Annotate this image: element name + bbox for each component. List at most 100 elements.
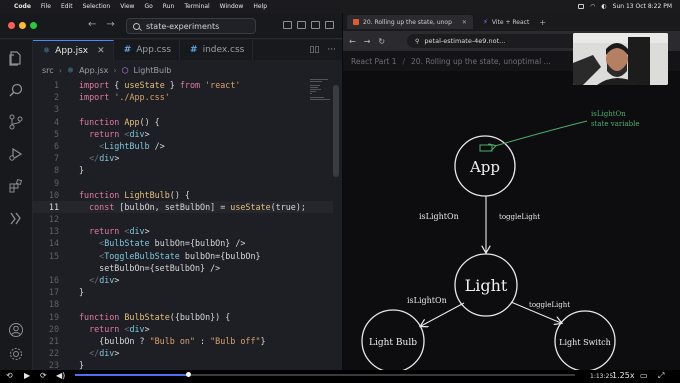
menu-app-name[interactable]: Code <box>14 3 31 10</box>
minimize-window-button[interactable] <box>19 22 26 29</box>
close-window-button[interactable] <box>8 22 15 29</box>
new-tab-icon[interactable]: + <box>539 18 546 27</box>
menu-help[interactable]: Help <box>253 3 267 10</box>
split-editor-icon[interactable]: ▯▯ <box>310 45 320 55</box>
chevron-right-icon: › <box>58 65 62 75</box>
extensions-icon[interactable] <box>8 178 24 194</box>
tab-app-css[interactable]: # App.css <box>114 40 181 60</box>
rewind-icon[interactable]: ⟲ <box>6 371 13 380</box>
clock[interactable]: Sun 13 Oct 8:22 PM <box>613 3 672 10</box>
tab-index-css[interactable]: # index.css <box>180 40 254 60</box>
forward-icon[interactable]: ⟳ <box>40 371 47 380</box>
playback-speed[interactable]: 1.25x <box>612 371 635 380</box>
close-tab-icon[interactable]: ✕ <box>462 19 467 26</box>
time-remaining: 1:13:25 <box>590 373 614 380</box>
forward-arrow-icon[interactable]: → <box>364 37 379 46</box>
code-text: } <box>79 165 85 176</box>
code-line[interactable]: 10 function LightBulb() { <box>33 189 333 201</box>
close-tab-icon[interactable]: ✕ <box>97 46 105 56</box>
browser-tab-notion[interactable]: 20. Rolling up the state, unop ✕ <box>347 15 473 29</box>
search-sidebar-icon[interactable] <box>8 82 24 98</box>
separator-slash: / <box>402 56 406 66</box>
menu-selection[interactable]: Selection <box>83 3 111 10</box>
line-number: 22 <box>48 348 59 359</box>
code-line[interactable]: 5 return <div> <box>33 128 333 140</box>
code-line[interactable]: 13 return <div> <box>33 225 333 237</box>
code-line[interactable]: 6 <LightBulb /> <box>33 140 333 152</box>
settings-gear-icon[interactable] <box>8 346 24 362</box>
command-center-search[interactable]: state-experiments <box>126 18 256 34</box>
toggle-panel-icon[interactable] <box>297 21 306 29</box>
tab-label: index.css <box>202 45 245 55</box>
menu-go[interactable]: Go <box>144 3 152 10</box>
reload-icon[interactable]: ↻ <box>378 37 393 46</box>
code-area[interactable]: 1 import { useState } from 'react' 2 import… <box>33 79 333 383</box>
pip-icon[interactable]: ▭ <box>640 371 648 380</box>
remote-icon[interactable] <box>8 210 24 226</box>
toggle-secondary-sidebar-icon[interactable] <box>311 21 320 29</box>
code-line[interactable]: 11 const [bulbOn, setBulbOn] = useState(… <box>33 200 333 214</box>
account-icon[interactable] <box>8 322 24 338</box>
battery-icon[interactable] <box>578 4 585 9</box>
notion-crumb-current[interactable]: 20. Rolling up the state, unoptimal ... <box>411 57 551 66</box>
wifi-icon[interactable]: ◠ <box>590 3 595 10</box>
code-line[interactable]: 3 <box>33 103 333 115</box>
tab-app-jsx[interactable]: ⚛ App.jsx ✕ <box>33 40 114 60</box>
back-arrow-icon[interactable]: ← <box>88 19 106 30</box>
editor-scrollbar[interactable] <box>333 85 339 177</box>
volume-icon[interactable]: ◀) <box>56 371 65 380</box>
minimap[interactable] <box>310 79 332 109</box>
video-player-controls: ⟲ ▶ ⟳ ◀) 1:13:25 1.25x ▭ ⤢ <box>0 370 680 383</box>
browser-tab-vite[interactable]: ⚡ Vite + React <box>477 15 535 29</box>
browser-nav: ←→↻ <box>343 37 393 46</box>
code-line[interactable]: 19 function BulbState({bulbOn}) { <box>33 311 333 323</box>
maximize-window-button[interactable] <box>30 22 37 29</box>
code-line[interactable]: 18 <box>33 298 333 310</box>
code-line[interactable]: 4 function App() { <box>33 116 333 128</box>
explorer-icon[interactable] <box>8 50 24 66</box>
menu-window[interactable]: Window <box>220 3 244 10</box>
forward-arrow-icon[interactable]: → <box>106 19 124 30</box>
code-line[interactable]: 14 <BulbState bulbOn={bulbOn} /> <box>33 237 333 249</box>
menu-file[interactable]: File <box>41 3 51 10</box>
back-arrow-icon[interactable]: ← <box>349 37 364 46</box>
code-line[interactable]: 7 </div> <box>33 152 333 164</box>
code-line[interactable]: setBulbOn={setBulbOn} /> <box>33 262 333 274</box>
seek-bar[interactable] <box>75 372 575 377</box>
toggle-sidebar-icon[interactable] <box>283 21 292 29</box>
address-bar[interactable]: ⚲ petal-estimate-4e9.not... <box>407 34 585 48</box>
code-line[interactable]: 9 <box>33 177 333 189</box>
breadcrumb-file[interactable]: App.jsx <box>79 66 108 75</box>
breadcrumb-folder[interactable]: src <box>42 66 54 75</box>
control-center-icon[interactable]: ◐ <box>601 3 606 10</box>
code-line[interactable]: 15 <ToggleBulbState bulbOn={bulbOn} <box>33 250 333 262</box>
source-control-icon[interactable] <box>8 114 24 130</box>
annotation-arrow <box>495 120 588 146</box>
menu-run[interactable]: Run <box>163 3 175 10</box>
code-line[interactable]: 20 return <div> <box>33 323 333 335</box>
breadcrumb-symbol[interactable]: LightBulb <box>134 66 172 75</box>
url-text: petal-estimate-4e9.not... <box>424 37 506 45</box>
play-icon[interactable]: ▶ <box>24 371 30 380</box>
line-number: 18 <box>48 299 59 310</box>
more-actions-icon[interactable]: ··· <box>327 45 336 55</box>
code-line[interactable]: 16 </div> <box>33 274 333 286</box>
run-debug-icon[interactable] <box>8 146 24 162</box>
edge-label-togglelight-2: toggleLight <box>529 301 570 309</box>
menu-terminal[interactable]: Terminal <box>184 3 209 10</box>
code-line[interactable]: 21 {bulbOn ? "Bulb on" : "Bulb off"} <box>33 335 333 347</box>
site-info-icon[interactable]: ⚲ <box>415 38 419 45</box>
seek-handle[interactable] <box>185 372 191 377</box>
code-line[interactable]: 8} <box>33 164 333 176</box>
code-line[interactable]: 1 import { useState } from 'react' <box>33 79 333 91</box>
notion-crumb-parent[interactable]: React Part 1 <box>351 57 397 66</box>
code-line[interactable]: 12 <box>33 213 333 225</box>
menu-edit[interactable]: Edit <box>61 3 73 10</box>
code-line[interactable]: 22 </div> <box>33 347 333 359</box>
annotation-line-2: state variable <box>591 120 640 128</box>
code-line[interactable]: 2 import './App.css' <box>33 91 333 103</box>
menu-view[interactable]: View <box>120 3 134 10</box>
customize-layout-icon[interactable] <box>325 21 334 29</box>
code-line[interactable]: 17} <box>33 286 333 298</box>
fullscreen-icon[interactable]: ⤢ <box>658 371 664 381</box>
